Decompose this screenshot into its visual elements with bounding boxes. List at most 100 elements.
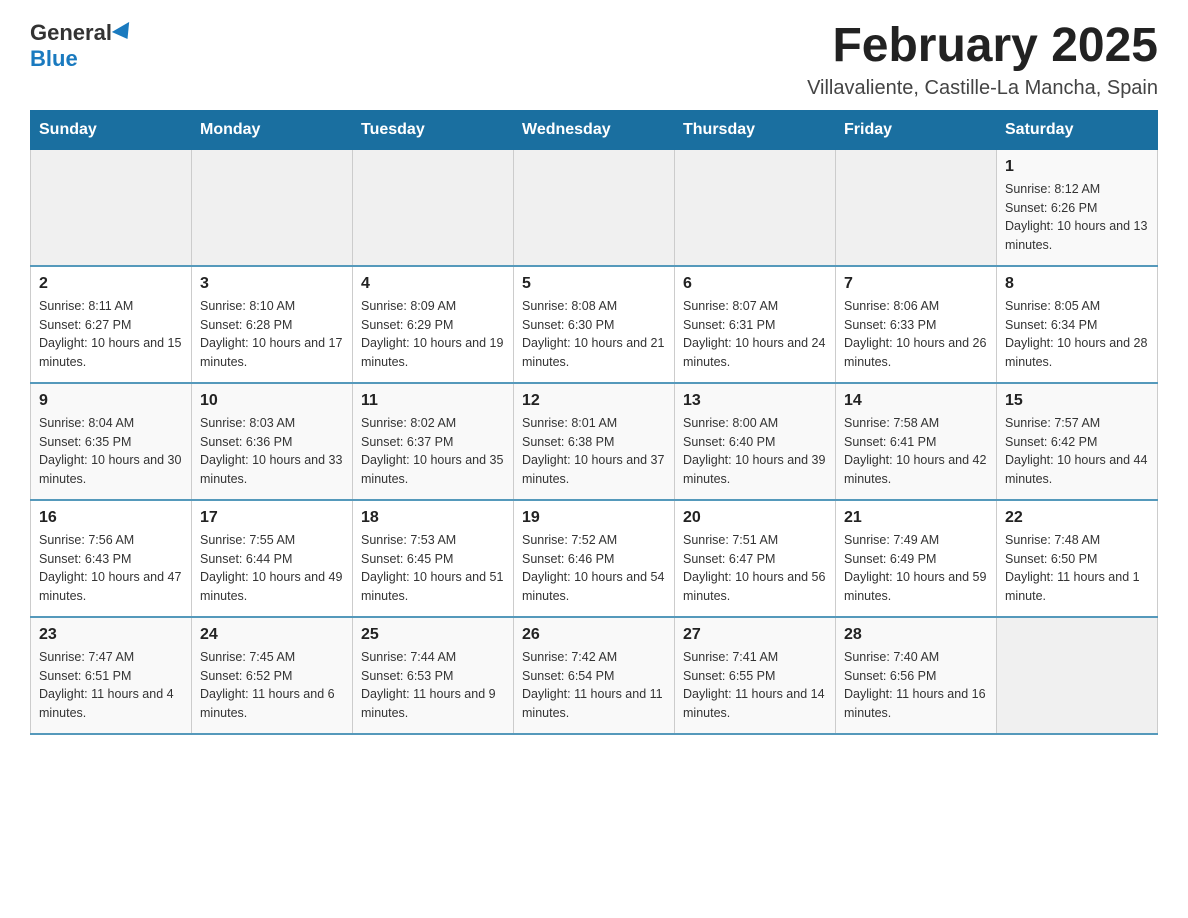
calendar-cell — [836, 149, 997, 266]
day-number: 13 — [683, 392, 827, 410]
day-info: Sunrise: 8:10 AM Sunset: 6:28 PM Dayligh… — [200, 297, 344, 372]
logo-general-text: General — [30, 20, 112, 46]
calendar-cell: 1 Sunrise: 8:12 AM Sunset: 6:26 PM Daylig… — [997, 149, 1158, 266]
calendar-week-row: 16 Sunrise: 7:56 AM Sunset: 6:43 PM Dayli… — [31, 500, 1158, 617]
calendar-week-row: 9 Sunrise: 8:04 AM Sunset: 6:35 PM Daylig… — [31, 383, 1158, 500]
day-number: 17 — [200, 509, 344, 527]
day-info: Sunrise: 8:05 AM Sunset: 6:34 PM Dayligh… — [1005, 297, 1149, 372]
day-number: 9 — [39, 392, 183, 410]
day-number: 23 — [39, 626, 183, 644]
calendar-cell: 3 Sunrise: 8:10 AM Sunset: 6:28 PM Daylig… — [192, 266, 353, 383]
day-number: 10 — [200, 392, 344, 410]
calendar-cell: 19 Sunrise: 7:52 AM Sunset: 6:46 PM Dayli… — [514, 500, 675, 617]
calendar-cell — [997, 617, 1158, 734]
day-info: Sunrise: 7:58 AM Sunset: 6:41 PM Dayligh… — [844, 414, 988, 489]
day-number: 26 — [522, 626, 666, 644]
day-number: 22 — [1005, 509, 1149, 527]
day-number: 2 — [39, 275, 183, 293]
day-info: Sunrise: 7:55 AM Sunset: 6:44 PM Dayligh… — [200, 531, 344, 606]
calendar-cell — [675, 149, 836, 266]
calendar-header-row: SundayMondayTuesdayWednesdayThursdayFrid… — [31, 110, 1158, 149]
calendar-cell: 5Sunrise: 8:08 AM Sunset: 6:30 PM Daylig… — [514, 266, 675, 383]
day-info: Sunrise: 7:41 AM Sunset: 6:55 PM Dayligh… — [683, 648, 827, 723]
day-info: Sunrise: 8:01 AM Sunset: 6:38 PM Dayligh… — [522, 414, 666, 489]
calendar-header-wednesday: Wednesday — [514, 110, 675, 149]
day-info: Sunrise: 7:56 AM Sunset: 6:43 PM Dayligh… — [39, 531, 183, 606]
calendar-header-monday: Monday — [192, 110, 353, 149]
calendar-cell — [514, 149, 675, 266]
day-number: 19 — [522, 509, 666, 527]
calendar-cell — [192, 149, 353, 266]
day-info: Sunrise: 8:04 AM Sunset: 6:35 PM Dayligh… — [39, 414, 183, 489]
day-info: Sunrise: 8:12 AM Sunset: 6:26 PM Dayligh… — [1005, 180, 1149, 255]
calendar-cell: 6Sunrise: 8:07 AM Sunset: 6:31 PM Daylig… — [675, 266, 836, 383]
calendar-cell: 18 Sunrise: 7:53 AM Sunset: 6:45 PM Dayli… — [353, 500, 514, 617]
calendar-cell — [353, 149, 514, 266]
calendar-cell — [31, 149, 192, 266]
calendar-cell: 8 Sunrise: 8:05 AM Sunset: 6:34 PM Daylig… — [997, 266, 1158, 383]
day-info: Sunrise: 8:02 AM Sunset: 6:37 PM Dayligh… — [361, 414, 505, 489]
calendar-cell: 27 Sunrise: 7:41 AM Sunset: 6:55 PM Dayli… — [675, 617, 836, 734]
calendar-cell: 26 Sunrise: 7:42 AM Sunset: 6:54 PM Dayli… — [514, 617, 675, 734]
logo: General Blue — [30, 20, 134, 72]
day-number: 14 — [844, 392, 988, 410]
day-number: 18 — [361, 509, 505, 527]
day-info: Sunrise: 7:57 AM Sunset: 6:42 PM Dayligh… — [1005, 414, 1149, 489]
day-info: Sunrise: 7:45 AM Sunset: 6:52 PM Dayligh… — [200, 648, 344, 723]
calendar-cell: 14 Sunrise: 7:58 AM Sunset: 6:41 PM Dayli… — [836, 383, 997, 500]
calendar-cell: 24 Sunrise: 7:45 AM Sunset: 6:52 PM Dayli… — [192, 617, 353, 734]
day-number: 8 — [1005, 275, 1149, 293]
location-text: Villavaliente, Castille-La Mancha, Spain — [807, 77, 1158, 100]
day-info: Sunrise: 7:48 AM Sunset: 6:50 PM Dayligh… — [1005, 531, 1149, 606]
calendar-cell: 23Sunrise: 7:47 AM Sunset: 6:51 PM Dayli… — [31, 617, 192, 734]
calendar-cell: 11 Sunrise: 8:02 AM Sunset: 6:37 PM Dayli… — [353, 383, 514, 500]
calendar-cell: 28 Sunrise: 7:40 AM Sunset: 6:56 PM Dayli… — [836, 617, 997, 734]
month-title: February 2025 — [807, 20, 1158, 73]
calendar-cell: 15 Sunrise: 7:57 AM Sunset: 6:42 PM Dayli… — [997, 383, 1158, 500]
day-number: 21 — [844, 509, 988, 527]
calendar-week-row: 2 Sunrise: 8:11 AM Sunset: 6:27 PM Daylig… — [31, 266, 1158, 383]
day-number: 25 — [361, 626, 505, 644]
calendar-cell: 9 Sunrise: 8:04 AM Sunset: 6:35 PM Daylig… — [31, 383, 192, 500]
day-info: Sunrise: 7:44 AM Sunset: 6:53 PM Dayligh… — [361, 648, 505, 723]
title-block: February 2025 Villavaliente, Castille-La… — [807, 20, 1158, 100]
calendar-cell: 10 Sunrise: 8:03 AM Sunset: 6:36 PM Dayli… — [192, 383, 353, 500]
calendar-header-friday: Friday — [836, 110, 997, 149]
day-info: Sunrise: 7:52 AM Sunset: 6:46 PM Dayligh… — [522, 531, 666, 606]
day-number: 15 — [1005, 392, 1149, 410]
logo-triangle-icon — [112, 22, 136, 44]
day-number: 11 — [361, 392, 505, 410]
day-number: 12 — [522, 392, 666, 410]
day-info: Sunrise: 8:00 AM Sunset: 6:40 PM Dayligh… — [683, 414, 827, 489]
day-info: Sunrise: 8:03 AM Sunset: 6:36 PM Dayligh… — [200, 414, 344, 489]
day-number: 1 — [1005, 158, 1149, 176]
calendar-cell: 20 Sunrise: 7:51 AM Sunset: 6:47 PM Dayli… — [675, 500, 836, 617]
day-info: Sunrise: 8:06 AM Sunset: 6:33 PM Dayligh… — [844, 297, 988, 372]
day-info: Sunrise: 7:49 AM Sunset: 6:49 PM Dayligh… — [844, 531, 988, 606]
calendar-table: SundayMondayTuesdayWednesdayThursdayFrid… — [30, 110, 1158, 735]
day-info: Sunrise: 7:53 AM Sunset: 6:45 PM Dayligh… — [361, 531, 505, 606]
day-number: 27 — [683, 626, 827, 644]
day-number: 4 — [361, 275, 505, 293]
day-info: Sunrise: 7:40 AM Sunset: 6:56 PM Dayligh… — [844, 648, 988, 723]
calendar-cell: 21 Sunrise: 7:49 AM Sunset: 6:49 PM Dayli… — [836, 500, 997, 617]
calendar-cell: 4Sunrise: 8:09 AM Sunset: 6:29 PM Daylig… — [353, 266, 514, 383]
day-number: 28 — [844, 626, 988, 644]
day-info: Sunrise: 8:11 AM Sunset: 6:27 PM Dayligh… — [39, 297, 183, 372]
calendar-cell: 25 Sunrise: 7:44 AM Sunset: 6:53 PM Dayli… — [353, 617, 514, 734]
day-info: Sunrise: 7:42 AM Sunset: 6:54 PM Dayligh… — [522, 648, 666, 723]
calendar-header-sunday: Sunday — [31, 110, 192, 149]
calendar-header-thursday: Thursday — [675, 110, 836, 149]
calendar-cell: 22 Sunrise: 7:48 AM Sunset: 6:50 PM Dayli… — [997, 500, 1158, 617]
calendar-header-saturday: Saturday — [997, 110, 1158, 149]
day-number: 24 — [200, 626, 344, 644]
calendar-cell: 7Sunrise: 8:06 AM Sunset: 6:33 PM Daylig… — [836, 266, 997, 383]
day-info: Sunrise: 7:51 AM Sunset: 6:47 PM Dayligh… — [683, 531, 827, 606]
page-header: General Blue February 2025 Villavaliente… — [30, 20, 1158, 100]
logo-blue-text: Blue — [30, 46, 78, 72]
day-number: 20 — [683, 509, 827, 527]
day-number: 16 — [39, 509, 183, 527]
day-number: 3 — [200, 275, 344, 293]
day-number: 6 — [683, 275, 827, 293]
calendar-cell: 13 Sunrise: 8:00 AM Sunset: 6:40 PM Dayli… — [675, 383, 836, 500]
